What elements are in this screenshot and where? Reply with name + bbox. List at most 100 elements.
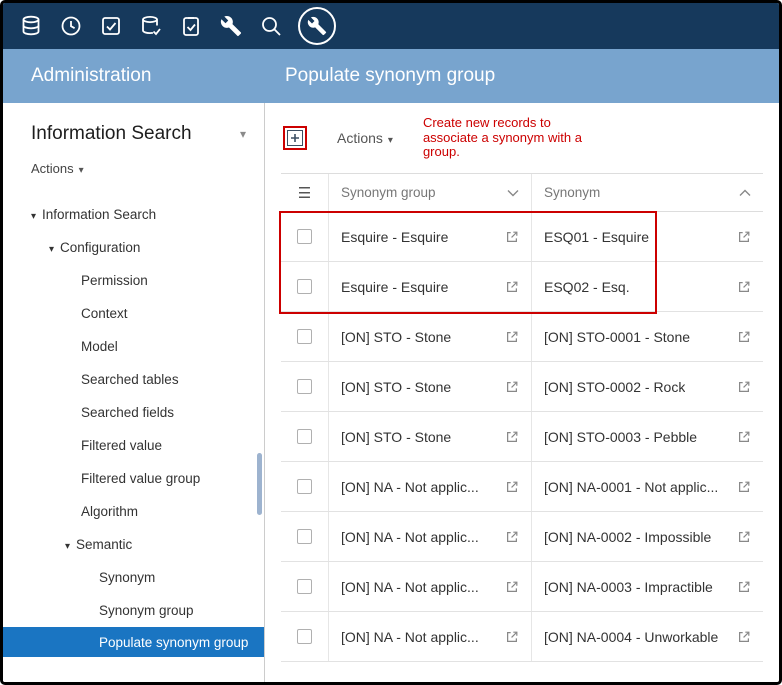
external-link-icon[interactable] bbox=[737, 430, 751, 444]
column-header-synonym[interactable]: Synonym bbox=[531, 174, 763, 211]
table-row[interactable]: [ON] STO - Stone [ON] STO-0002 - Rock bbox=[281, 362, 763, 412]
actions-label: Actions bbox=[31, 161, 74, 176]
synonym-group-cell: [ON] STO - Stone bbox=[341, 329, 451, 345]
page-header: Administration Populate synonym group bbox=[3, 49, 779, 103]
synonym-group-cell: Esquire - Esquire bbox=[341, 229, 448, 245]
annotation-text: Create new records to associate a synony… bbox=[423, 116, 595, 161]
external-link-icon[interactable] bbox=[737, 280, 751, 294]
tree-item-permission[interactable]: Permission bbox=[3, 264, 264, 297]
column-header-synonym-group[interactable]: Synonym group bbox=[328, 174, 531, 211]
row-checkbox[interactable] bbox=[297, 629, 312, 644]
main-panel: Actions Create new records to associate … bbox=[265, 103, 779, 682]
tree-item-synonym[interactable]: Synonym bbox=[3, 561, 264, 594]
row-checkbox[interactable] bbox=[297, 229, 312, 244]
table-row[interactable]: [ON] NA - Not applic... [ON] NA-0003 - I… bbox=[281, 562, 763, 612]
external-link-icon[interactable] bbox=[505, 230, 519, 244]
external-link-icon[interactable] bbox=[737, 380, 751, 394]
database-icon[interactable] bbox=[11, 14, 51, 38]
sidebar-scrollbar[interactable] bbox=[257, 453, 262, 515]
checkbox-icon[interactable] bbox=[91, 14, 131, 38]
tree-item-algorithm[interactable]: Algorithm bbox=[3, 495, 264, 528]
app-window: Administration Populate synonym group In… bbox=[0, 0, 782, 685]
records-table: Synonym group Synonym Esquire - Esquire … bbox=[281, 173, 763, 662]
external-link-icon[interactable] bbox=[737, 530, 751, 544]
tree-item-searched-tables[interactable]: Searched tables bbox=[3, 363, 264, 396]
active-wrench-icon[interactable] bbox=[298, 7, 336, 45]
synonym-group-cell: [ON] STO - Stone bbox=[341, 379, 451, 395]
external-link-icon[interactable] bbox=[505, 530, 519, 544]
column-label: Synonym group bbox=[341, 185, 436, 200]
sort-chevron-down-icon[interactable] bbox=[507, 189, 519, 197]
clipboard-check-icon[interactable] bbox=[171, 14, 211, 38]
actions-menu[interactable]: Actions bbox=[337, 130, 393, 146]
external-link-icon[interactable] bbox=[737, 580, 751, 594]
clock-icon[interactable] bbox=[51, 14, 91, 38]
synonym-cell: [ON] STO-0001 - Stone bbox=[544, 329, 690, 345]
tree-item-model[interactable]: Model bbox=[3, 330, 264, 363]
tree-item-semantic[interactable]: Semantic bbox=[3, 528, 264, 561]
external-link-icon[interactable] bbox=[505, 480, 519, 494]
table-row[interactable]: [ON] STO - Stone [ON] STO-0001 - Stone bbox=[281, 312, 763, 362]
expand-caret-icon[interactable] bbox=[49, 240, 60, 255]
external-link-icon[interactable] bbox=[505, 430, 519, 444]
sort-chevron-up-icon[interactable] bbox=[739, 189, 751, 197]
chevron-down-icon[interactable]: ▾ bbox=[240, 127, 246, 141]
row-checkbox[interactable] bbox=[297, 379, 312, 394]
synonym-cell: [ON] NA-0001 - Not applic... bbox=[544, 479, 718, 495]
navigation-tree: Information Search Configuration Permiss… bbox=[3, 198, 264, 657]
tree-item-filtered-value[interactable]: Filtered value bbox=[3, 429, 264, 462]
tree-item-context[interactable]: Context bbox=[3, 297, 264, 330]
row-checkbox[interactable] bbox=[297, 329, 312, 344]
search-icon[interactable] bbox=[251, 14, 291, 38]
synonym-cell: [ON] NA-0003 - Impractible bbox=[544, 579, 713, 595]
external-link-icon[interactable] bbox=[737, 330, 751, 344]
column-label: Synonym bbox=[544, 185, 600, 200]
row-checkbox[interactable] bbox=[297, 579, 312, 594]
table-row[interactable]: [ON] NA - Not applic... [ON] NA-0001 - N… bbox=[281, 462, 763, 512]
synonym-group-cell: [ON] NA - Not applic... bbox=[341, 579, 479, 595]
tree-item-information-search[interactable]: Information Search bbox=[3, 198, 264, 231]
synonym-cell: [ON] NA-0004 - Unworkable bbox=[544, 629, 718, 645]
table-row[interactable]: [ON] NA - Not applic... [ON] NA-0002 - I… bbox=[281, 512, 763, 562]
row-checkbox[interactable] bbox=[297, 479, 312, 494]
external-link-icon[interactable] bbox=[505, 630, 519, 644]
external-link-icon[interactable] bbox=[737, 630, 751, 644]
table-row[interactable]: [ON] STO - Stone [ON] STO-0003 - Pebble bbox=[281, 412, 763, 462]
table-header: Synonym group Synonym bbox=[281, 174, 763, 212]
external-link-icon[interactable] bbox=[505, 330, 519, 344]
table-row[interactable]: [ON] NA - Not applic... [ON] NA-0004 - U… bbox=[281, 612, 763, 662]
database-check-icon[interactable] bbox=[131, 14, 171, 38]
external-link-icon[interactable] bbox=[505, 580, 519, 594]
table-row[interactable]: Esquire - Esquire ESQ01 - Esquire bbox=[281, 212, 763, 262]
row-checkbox[interactable] bbox=[297, 529, 312, 544]
caret-down-icon bbox=[388, 130, 393, 146]
caret-down-icon bbox=[79, 161, 84, 176]
external-link-icon[interactable] bbox=[505, 280, 519, 294]
expand-caret-icon[interactable] bbox=[65, 537, 76, 552]
tree-item-synonym-group[interactable]: Synonym group bbox=[3, 594, 264, 627]
external-link-icon[interactable] bbox=[505, 380, 519, 394]
tree-item-populate-synonym-group[interactable]: Populate synonym group bbox=[3, 627, 264, 657]
tree-item-searched-fields[interactable]: Searched fields bbox=[3, 396, 264, 429]
synonym-cell: [ON] STO-0003 - Pebble bbox=[544, 429, 697, 445]
tree-item-filtered-value-group[interactable]: Filtered value group bbox=[3, 462, 264, 495]
active-tool-slot bbox=[291, 7, 343, 45]
table-row[interactable]: Esquire - Esquire ESQ02 - Esq. bbox=[281, 262, 763, 312]
expand-caret-icon[interactable] bbox=[31, 207, 42, 222]
row-checkbox[interactable] bbox=[297, 429, 312, 444]
synonym-group-cell: Esquire - Esquire bbox=[341, 279, 448, 295]
external-link-icon[interactable] bbox=[737, 480, 751, 494]
synonym-group-cell: [ON] NA - Not applic... bbox=[341, 629, 479, 645]
menu-icon[interactable] bbox=[298, 184, 311, 202]
tree-item-configuration[interactable]: Configuration bbox=[3, 231, 264, 264]
sidebar-actions-menu[interactable]: Actions bbox=[31, 161, 84, 176]
row-checkbox[interactable] bbox=[297, 279, 312, 294]
wrench-icon[interactable] bbox=[211, 15, 251, 37]
synonym-group-cell: [ON] STO - Stone bbox=[341, 429, 451, 445]
new-record-button[interactable] bbox=[283, 126, 307, 150]
synonym-group-cell: [ON] NA - Not applic... bbox=[341, 529, 479, 545]
external-link-icon[interactable] bbox=[737, 230, 751, 244]
actions-label: Actions bbox=[337, 130, 383, 146]
synonym-cell: ESQ02 - Esq. bbox=[544, 279, 630, 295]
sidebar-title: Information Search bbox=[31, 123, 192, 145]
